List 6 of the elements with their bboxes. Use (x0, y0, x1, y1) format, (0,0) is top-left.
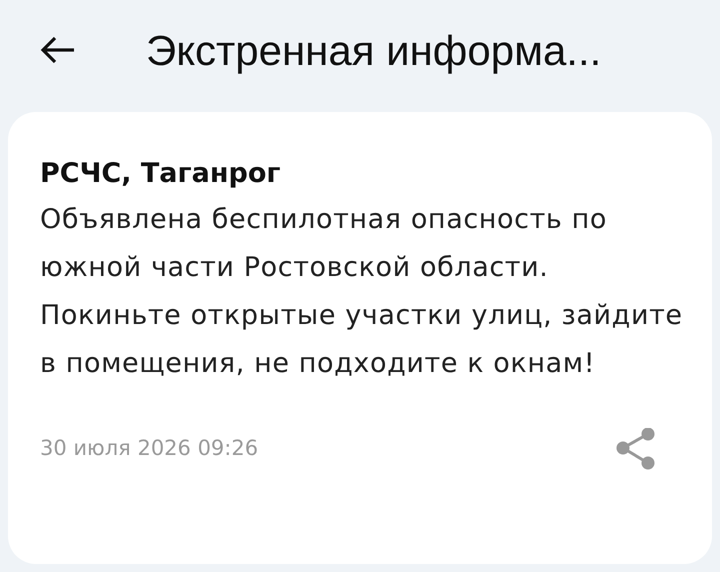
message-date: 30 июля 2026 09:26 (40, 435, 258, 462)
back-arrow-icon (40, 35, 76, 65)
sender-name: РСЧС, Таганрог (40, 158, 282, 190)
share-icon[interactable] (616, 428, 656, 470)
page-title: Экстренная информа... (146, 26, 602, 76)
message-text: Объявлена беспилотная опасность по южной части Ростовской области. Покиньте открытые участки улиц, зайдите в помещения, не подходите к окнам! (40, 203, 684, 381)
